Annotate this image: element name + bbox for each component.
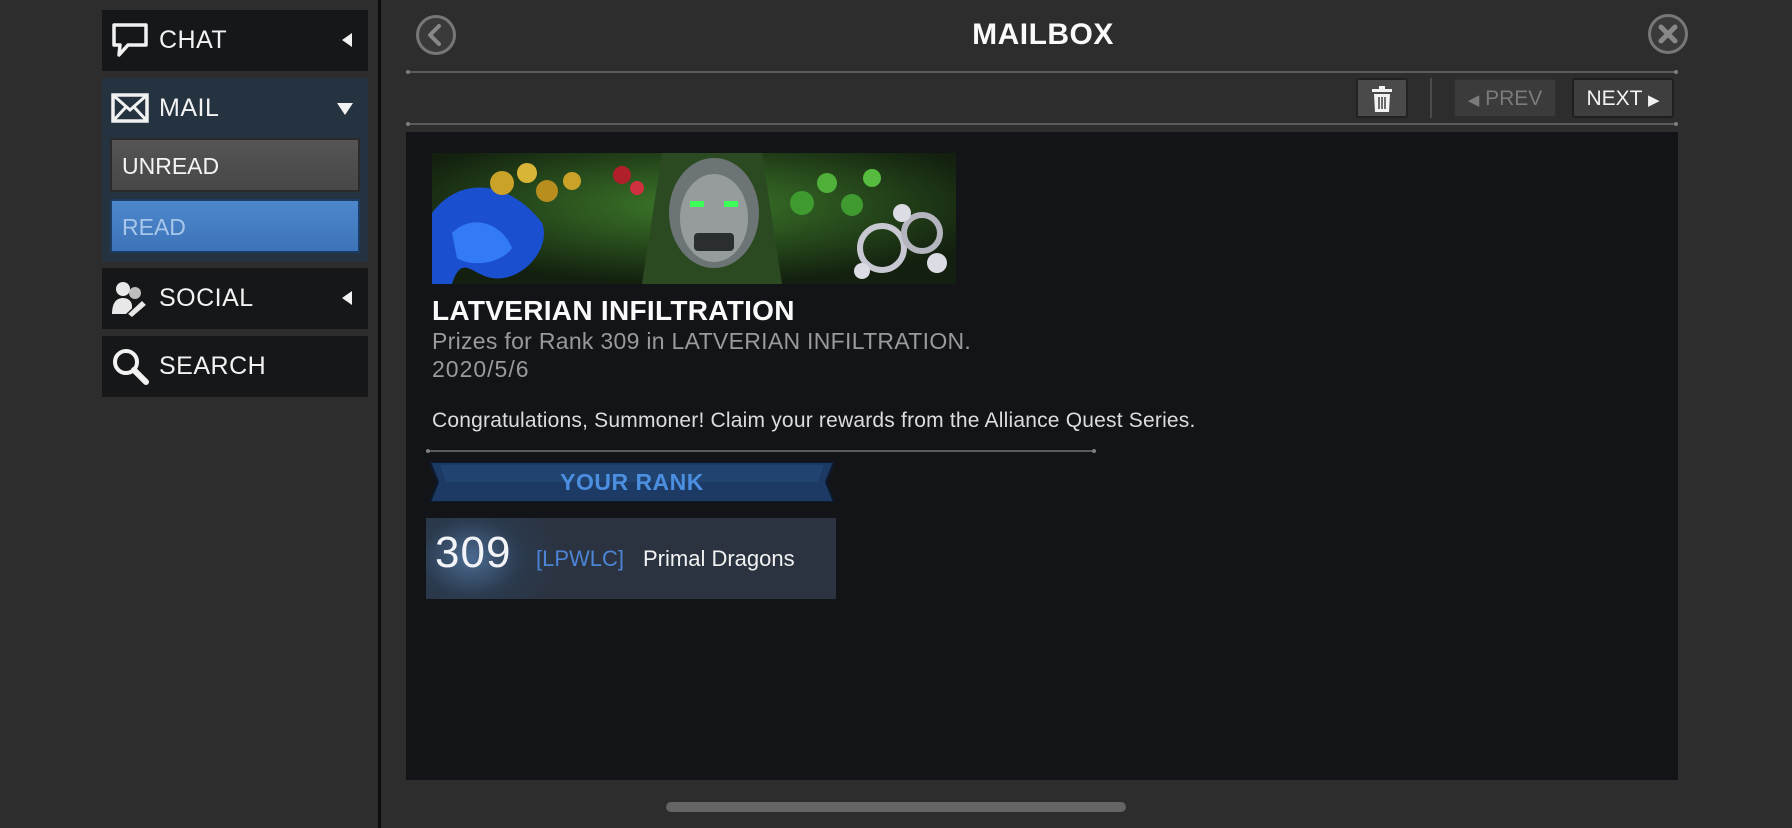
chevron-left-icon — [342, 291, 352, 305]
chat-bubble-icon — [112, 23, 148, 57]
nav-mail-group: MAIL UNREAD READ — [102, 78, 368, 262]
friends-icon — [112, 282, 149, 318]
header-divider — [406, 70, 1678, 74]
trash-icon — [1372, 86, 1392, 112]
triangle-left-icon: ◀ — [1467, 92, 1480, 109]
rank-ribbon: YOUR RANK — [430, 462, 834, 502]
message-panel: LATVERIAN INFILTRATION Prizes for Rank 3… — [406, 132, 1678, 780]
page-title: MAILBOX — [972, 18, 1114, 51]
alliance-tag: [LPWLC] — [536, 546, 625, 571]
rank-card: 309 [LPWLC] Primal Dragons — [426, 518, 836, 599]
toolbar-separator — [1430, 78, 1432, 118]
envelope-icon — [111, 93, 149, 123]
close-button[interactable] — [1648, 14, 1688, 54]
nav-chat-label: CHAT — [159, 26, 228, 54]
event-banner-image — [432, 153, 956, 284]
chevron-down-icon — [337, 103, 353, 115]
message-title: LATVERIAN INFILTRATION — [432, 295, 795, 326]
toolbar-divider — [406, 122, 1678, 126]
read-label: READ — [122, 214, 186, 240]
next-label: NEXT — [1586, 87, 1643, 110]
close-icon — [1658, 24, 1678, 44]
triangle-right-icon: ▶ — [1647, 92, 1660, 109]
message-divider — [426, 449, 1096, 453]
magnifier-icon — [113, 349, 149, 385]
prev-label: PREV — [1485, 87, 1543, 110]
chevron-left-icon — [342, 33, 352, 47]
nav-search-label: SEARCH — [159, 352, 267, 380]
nav-mail[interactable]: MAIL — [102, 78, 368, 138]
nav-chat[interactable]: CHAT — [102, 10, 368, 71]
alliance-name: Primal Dragons — [643, 546, 795, 571]
message-date: 2020/5/6 — [432, 356, 530, 382]
nav-social[interactable]: SOCIAL — [102, 268, 368, 329]
message-body: Congratulations, Summoner! Claim your re… — [432, 409, 1196, 432]
horizontal-scrollbar[interactable] — [666, 802, 1126, 812]
nav-mail-label: MAIL — [159, 94, 220, 122]
delete-button[interactable] — [1356, 78, 1408, 118]
message-subtitle: Prizes for Rank 309 in LATVERIAN INFILTR… — [432, 328, 972, 354]
prev-button[interactable]: ◀ PREV — [1453, 78, 1557, 118]
nav-search[interactable]: SEARCH — [102, 336, 368, 397]
nav-social-label: SOCIAL — [159, 284, 254, 312]
unread-filter-button[interactable]: UNREAD — [110, 138, 360, 192]
rank-heading: YOUR RANK — [560, 469, 704, 495]
sidebar-divider — [378, 0, 381, 828]
next-button[interactable]: NEXT ▶ — [1572, 78, 1674, 118]
unread-label: UNREAD — [122, 153, 220, 179]
read-filter-button[interactable]: READ — [110, 199, 360, 253]
rank-number: 309 — [435, 528, 512, 577]
